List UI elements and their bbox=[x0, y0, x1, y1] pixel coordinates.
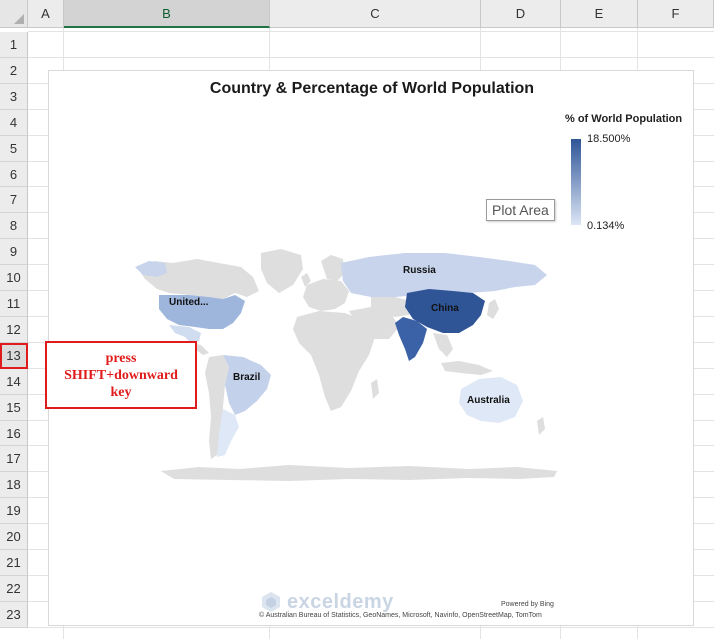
row-header-19[interactable]: 19 bbox=[0, 498, 28, 524]
spreadsheet: A B C D E F 1 2 3 4 5 6 7 8 9 10 11 12 13 14 15 16 17 18 1… bbox=[0, 0, 714, 639]
map-region-madagascar[interactable] bbox=[371, 379, 379, 399]
legend-min-value: 0.134% bbox=[587, 220, 625, 232]
row-header-1[interactable]: 1 bbox=[0, 32, 28, 58]
row-header-10[interactable]: 10 bbox=[0, 265, 28, 291]
map-label-russia: Russia bbox=[403, 265, 436, 276]
map-label-china: China bbox=[431, 303, 459, 314]
map-label-australia: Australia bbox=[467, 395, 510, 406]
column-header-d[interactable]: D bbox=[481, 0, 561, 28]
gridline bbox=[28, 627, 714, 628]
map-region-southeast-asia[interactable] bbox=[433, 333, 453, 357]
map-region-alaska[interactable] bbox=[135, 261, 167, 277]
map-region-europe[interactable] bbox=[303, 279, 349, 311]
column-header-c[interactable]: C bbox=[270, 0, 481, 28]
instruction-text: press SHIFT+downward key bbox=[64, 350, 178, 400]
map-region-greenland[interactable] bbox=[261, 249, 303, 293]
map-region-antarctica[interactable] bbox=[161, 465, 557, 481]
row-header-21[interactable]: 21 bbox=[0, 550, 28, 576]
row-header-22[interactable]: 22 bbox=[0, 576, 28, 602]
map-region-indonesia[interactable] bbox=[441, 361, 493, 375]
row-header-12[interactable]: 12 bbox=[0, 317, 28, 343]
row-header-2[interactable]: 2 bbox=[0, 58, 28, 84]
powered-by-bing: Powered by Bing bbox=[501, 601, 554, 608]
select-all-triangle-icon bbox=[14, 14, 24, 24]
column-header-e[interactable]: E bbox=[561, 0, 638, 28]
exceldemy-logo-icon bbox=[262, 592, 280, 612]
map-copyright: © Australian Bureau of Statistics, GeoNa… bbox=[259, 612, 542, 619]
row-header-14[interactable]: 14 bbox=[0, 369, 28, 395]
map-region-new-zealand[interactable] bbox=[537, 417, 545, 435]
row-header-15[interactable]: 15 bbox=[0, 395, 28, 421]
column-header-a[interactable]: A bbox=[28, 0, 64, 28]
row-header-23[interactable]: 23 bbox=[0, 602, 28, 628]
instruction-callout: press SHIFT+downward key bbox=[45, 341, 197, 409]
row-header-9[interactable]: 9 bbox=[0, 239, 28, 265]
row-header-3[interactable]: 3 bbox=[0, 84, 28, 110]
column-header-b[interactable]: B bbox=[64, 0, 270, 28]
column-header-f[interactable]: F bbox=[638, 0, 714, 28]
legend-color-scale[interactable] bbox=[571, 139, 581, 225]
row-header-16[interactable]: 16 bbox=[0, 421, 28, 446]
row-header-6[interactable]: 6 bbox=[0, 162, 28, 187]
plot-area-tooltip: Plot Area bbox=[486, 199, 555, 221]
row-header-20[interactable]: 20 bbox=[0, 524, 28, 550]
map-label-brazil: Brazil bbox=[233, 372, 261, 383]
map-region-scandinavia[interactable] bbox=[321, 255, 345, 281]
row-header-17[interactable]: 17 bbox=[0, 446, 28, 472]
map-label-united-states: United... bbox=[169, 297, 209, 308]
gridline bbox=[28, 57, 714, 58]
legend-title[interactable]: % of World Population bbox=[565, 113, 682, 125]
exceldemy-watermark: exceldemy bbox=[287, 591, 394, 613]
legend-max-value: 18.500% bbox=[587, 133, 631, 145]
gridline bbox=[28, 31, 714, 32]
row-header-11[interactable]: 11 bbox=[0, 291, 28, 317]
map-region-japan[interactable] bbox=[487, 299, 499, 319]
row-header-7[interactable]: 7 bbox=[0, 187, 28, 213]
select-all-corner[interactable] bbox=[0, 0, 28, 28]
map-region-africa[interactable] bbox=[293, 311, 375, 411]
row-header-5[interactable]: 5 bbox=[0, 136, 28, 162]
row-header-13[interactable]: 13 bbox=[0, 343, 28, 369]
map-region-brazil[interactable] bbox=[223, 355, 271, 415]
row-header-8[interactable]: 8 bbox=[0, 213, 28, 239]
row-header-4[interactable]: 4 bbox=[0, 110, 28, 136]
row-header-18[interactable]: 18 bbox=[0, 472, 28, 498]
